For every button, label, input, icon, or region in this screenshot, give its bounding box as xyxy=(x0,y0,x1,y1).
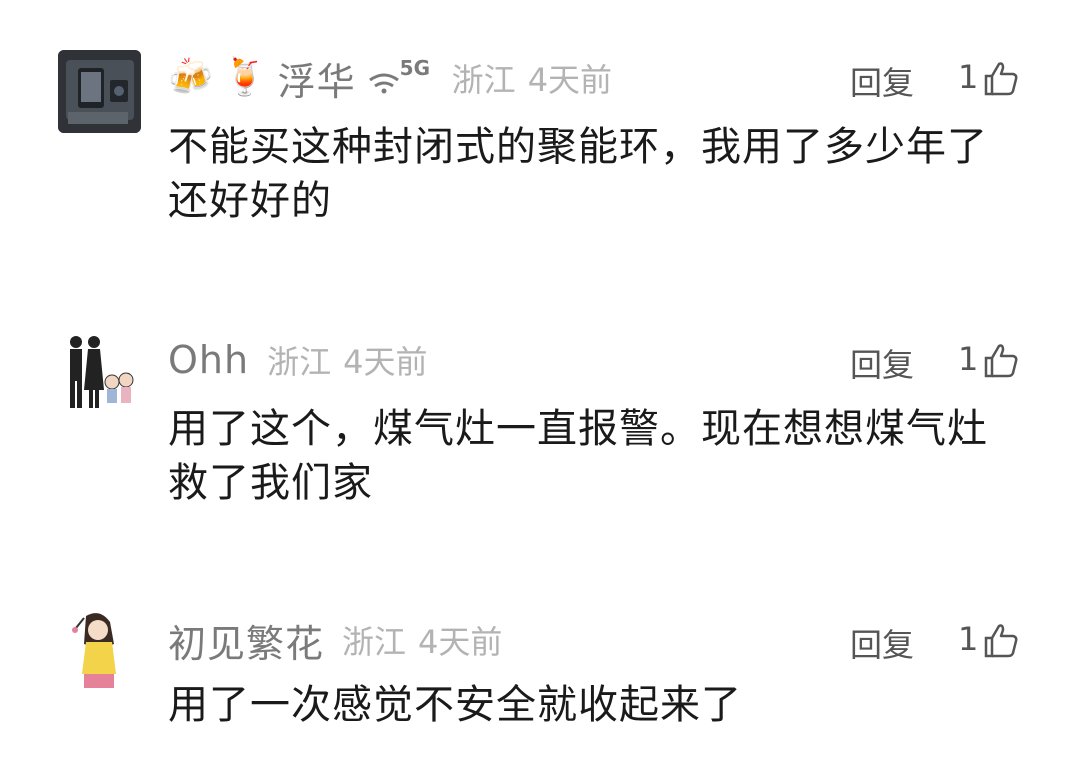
comment-text: 用了这个，煤气灶一直报警。现在想想煤气灶救了我们家 xyxy=(168,406,988,506)
username[interactable]: Ohh xyxy=(168,338,249,382)
comment-meta: 🍻 🍹 浮华 5G 浙江 4天前 xyxy=(168,50,612,106)
like-count: 1 xyxy=(958,58,979,96)
thumbs-up-icon[interactable] xyxy=(980,340,1020,380)
timestamp: 4天前 xyxy=(418,623,503,661)
comment-meta: 初见繁花 浙江 4天前 xyxy=(168,612,502,668)
username[interactable]: 浮华 xyxy=(278,51,356,106)
comment-item: 🍻 🍹 浮华 5G 浙江 4天前 回复 1 不能买这种封闭式的聚能环，我用了多少… xyxy=(0,0,1080,260)
avatar[interactable] xyxy=(58,330,141,413)
comment-item: 初见繁花 浙江 4天前 回复 1 用了一次感觉不安全就收起来了 xyxy=(0,580,1080,765)
reply-button[interactable]: 回复 xyxy=(850,620,914,666)
5g-badge: 5G xyxy=(399,56,431,80)
avatar[interactable] xyxy=(58,50,141,133)
phone-photo-icon xyxy=(58,50,141,133)
reply-button[interactable]: 回复 xyxy=(850,340,914,386)
wifi-5g-icon: 5G xyxy=(366,56,434,98)
thumbs-up-icon[interactable] xyxy=(980,620,1020,660)
timestamp: 4天前 xyxy=(527,61,613,99)
region: 浙江 xyxy=(451,61,516,99)
timestamp: 4天前 xyxy=(343,343,428,381)
comment-text: 用了一次感觉不安全就收起来了 xyxy=(168,682,742,728)
family-icon xyxy=(70,336,134,408)
comment-meta: Ohh 浙江 4天前 xyxy=(168,332,427,388)
like-count: 1 xyxy=(958,620,979,658)
username[interactable]: 初见繁花 xyxy=(168,613,324,668)
region: 浙江 xyxy=(267,343,332,381)
thumbs-up-icon[interactable] xyxy=(980,58,1020,98)
comment-text: 不能买这种封闭式的聚能环，我用了多少年了还好好的 xyxy=(168,124,988,224)
beer-emoji: 🍻 xyxy=(168,57,213,98)
reply-button[interactable]: 回复 xyxy=(850,58,914,104)
avatar[interactable] xyxy=(58,608,141,691)
girl-icon xyxy=(72,613,116,688)
like-count: 1 xyxy=(958,340,979,378)
comment-item: Ohh 浙江 4天前 回复 1 用了这个，煤气灶一直报警。现在想想煤气灶救了我们… xyxy=(0,300,1080,540)
region: 浙江 xyxy=(342,623,407,661)
cocktail-emoji: 🍹 xyxy=(222,57,268,98)
